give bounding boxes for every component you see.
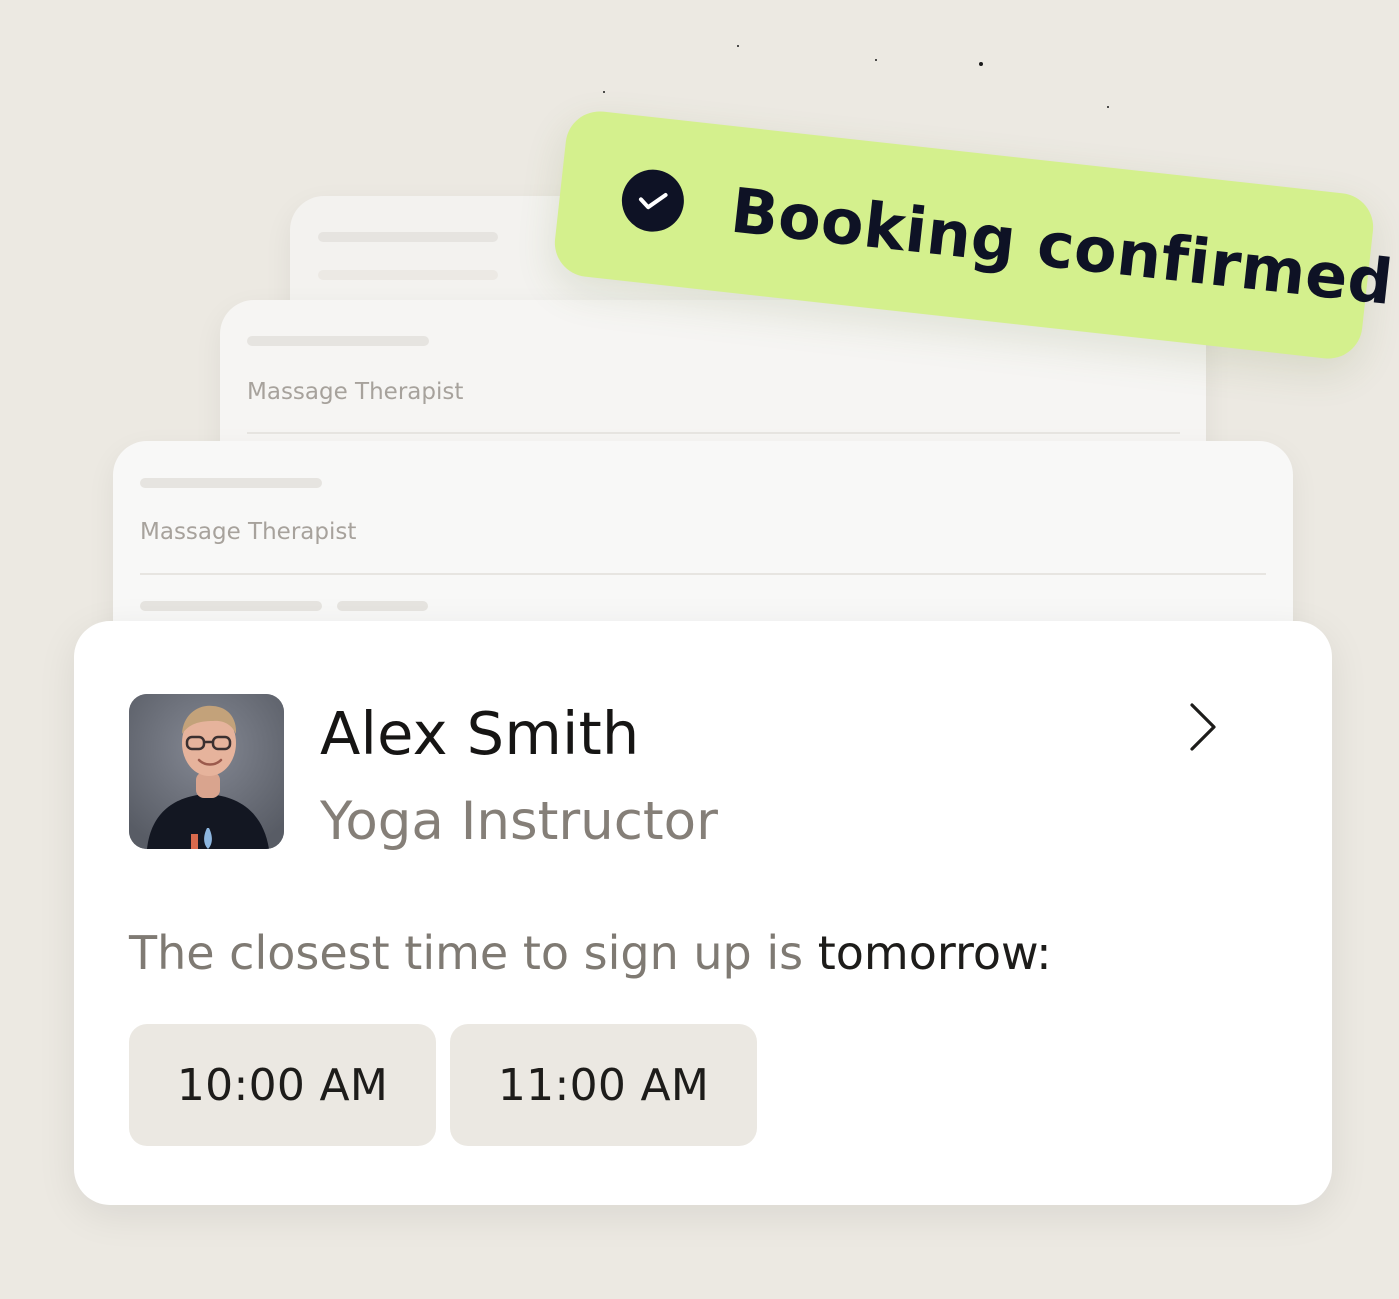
skeleton-bar (140, 601, 322, 611)
open-profile-button[interactable] (1172, 697, 1232, 757)
instructor-role: Yoga Instructor (320, 791, 718, 852)
decor-dot (875, 59, 877, 61)
person-photo (129, 694, 284, 849)
instructor-name: Alex Smith (320, 699, 640, 768)
instructor-card[interactable]: Alex Smith Yoga Instructor The closest t… (74, 621, 1332, 1205)
booking-confirmed-text: Booking confirmed (727, 173, 1397, 319)
card-divider (247, 432, 1180, 434)
time-slot-button[interactable]: 10:00 AM (129, 1024, 436, 1146)
closest-time-text: The closest time to sign up is tomorrow: (129, 926, 1052, 980)
skeleton-bar (318, 232, 498, 242)
chevron-right-icon (1190, 703, 1216, 751)
decor-dot (1107, 106, 1109, 108)
skeleton-bar (318, 270, 498, 280)
checkmark-icon (638, 193, 668, 210)
card-divider (140, 573, 1266, 575)
card-role-label: Massage Therapist (247, 379, 464, 405)
avatar (129, 694, 284, 849)
skeleton-bar (140, 478, 322, 488)
closest-time-day: tomorrow (817, 926, 1037, 980)
skeleton-bar (337, 601, 428, 611)
skeleton-bar (247, 336, 429, 346)
time-slot-button[interactable]: 11:00 AM (450, 1024, 757, 1146)
card-role-label: Massage Therapist (140, 519, 357, 545)
decor-dot (603, 91, 605, 93)
closest-time-prefix: The closest time to sign up is (129, 926, 818, 980)
decor-dot (737, 45, 739, 47)
decor-dot (979, 62, 983, 66)
closest-time-suffix: : (1036, 926, 1052, 980)
check-circle-icon (618, 166, 688, 235)
